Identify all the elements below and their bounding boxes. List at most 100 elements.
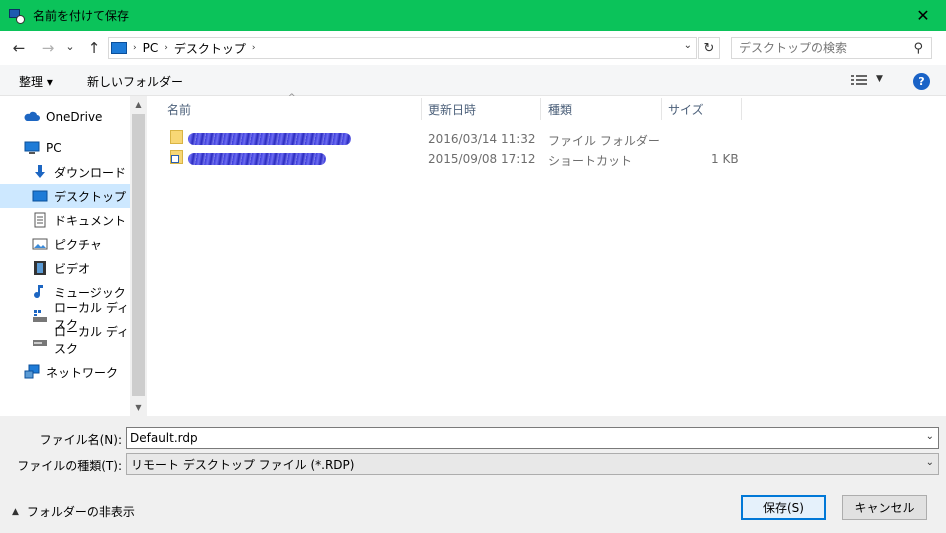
search-box[interactable]: ⚲ bbox=[731, 37, 932, 59]
breadcrumb-separator: › bbox=[164, 43, 168, 53]
file-size: 1 KB bbox=[711, 152, 739, 166]
hide-folders-toggle[interactable]: ▲ フォルダーの非表示 bbox=[12, 503, 135, 520]
nav-item-pc[interactable]: PC bbox=[0, 136, 130, 160]
table-row[interactable]: 2015/09/08 17:12 ショートカット 1 KB bbox=[147, 149, 747, 169]
nav-item-label: ドキュメント bbox=[54, 213, 127, 228]
column-resize-handle[interactable] bbox=[540, 98, 541, 120]
file-date: 2016/03/14 11:32 bbox=[428, 132, 536, 146]
remote-desktop-icon bbox=[9, 8, 25, 24]
recent-locations-button[interactable]: ⌄ bbox=[62, 35, 78, 57]
cancel-button[interactable]: キャンセル bbox=[842, 495, 927, 520]
nav-item-videos[interactable]: ビデオ bbox=[0, 256, 130, 280]
back-button[interactable]: ← bbox=[8, 37, 30, 59]
help-button[interactable]: ? bbox=[913, 73, 930, 90]
window-title: 名前を付けて保存 bbox=[33, 9, 130, 23]
column-header-date[interactable]: 更新日時 bbox=[428, 96, 538, 122]
navigation-bar: ← → ⌄ ↑ › PC › デスクトップ › ⌄ ↻ ⚲ bbox=[0, 31, 946, 65]
column-header-size[interactable]: サイズ bbox=[668, 96, 738, 122]
nav-item-onedrive[interactable]: OneDrive bbox=[0, 105, 130, 129]
computer-icon bbox=[24, 140, 40, 156]
scrollbar-thumb[interactable] bbox=[132, 114, 145, 396]
column-header-type[interactable]: 種類 bbox=[548, 96, 658, 122]
music-icon bbox=[32, 284, 48, 300]
nav-item-documents[interactable]: ドキュメント bbox=[0, 208, 130, 232]
cloud-icon bbox=[24, 109, 40, 125]
arrow-left-icon: ← bbox=[12, 39, 26, 57]
chevron-down-icon[interactable]: ⌄ bbox=[926, 431, 934, 442]
hide-folders-label: フォルダーの非表示 bbox=[26, 505, 135, 519]
file-date: 2015/09/08 17:12 bbox=[428, 152, 536, 166]
nav-item-label: ネットワーク bbox=[46, 365, 119, 380]
address-bar[interactable]: › PC › デスクトップ › ⌄ bbox=[108, 37, 697, 59]
forward-button[interactable]: → bbox=[37, 37, 59, 59]
chevron-down-icon[interactable]: ⌄ bbox=[684, 40, 692, 51]
column-resize-handle[interactable] bbox=[421, 98, 422, 120]
organize-button[interactable]: 整理 ▾ bbox=[19, 73, 53, 90]
navigation-pane: OneDrive PC ダウンロード デスクトップ ドキュメント ピクチャ ビデ… bbox=[0, 96, 147, 416]
column-resize-handle[interactable] bbox=[741, 98, 742, 120]
up-button[interactable]: ↑ bbox=[83, 37, 105, 59]
nav-item-label: デスクトップ bbox=[54, 189, 127, 204]
close-button[interactable]: ✕ bbox=[900, 0, 946, 31]
chevron-down-icon: ⌄ bbox=[925, 457, 934, 468]
refresh-icon: ↻ bbox=[703, 40, 715, 56]
nav-item-downloads[interactable]: ダウンロード bbox=[0, 160, 130, 184]
nav-item-label: OneDrive bbox=[46, 110, 103, 124]
filetype-label: ファイルの種類(T): bbox=[17, 459, 122, 473]
navigation-pane-scrollbar[interactable]: ▲ ▼ bbox=[130, 96, 147, 416]
table-row[interactable]: 2016/03/14 11:32 ファイル フォルダー bbox=[147, 129, 747, 149]
chevron-up-icon[interactable]: ▲ bbox=[130, 96, 147, 113]
nav-item-desktop[interactable]: デスクトップ bbox=[0, 184, 130, 208]
disk-icon bbox=[32, 308, 48, 324]
chevron-up-icon: ▲ bbox=[12, 506, 19, 517]
view-details-icon[interactable] bbox=[851, 74, 867, 86]
command-bar: 整理 ▾ 新しいフォルダー ▼ ? bbox=[0, 65, 946, 96]
filetype-select[interactable]: リモート デスクトップ ファイル (*.RDP) ⌄ bbox=[126, 453, 939, 475]
refresh-button[interactable]: ↻ bbox=[698, 37, 720, 59]
file-list: ^ 名前 更新日時 種類 サイズ 2016/03/14 11:32 ファイル フ… bbox=[147, 93, 946, 416]
breadcrumb-desktop[interactable]: デスクトップ bbox=[174, 40, 246, 57]
filename-value: Default.rdp bbox=[130, 431, 198, 445]
redacted-file-name bbox=[188, 153, 326, 165]
breadcrumb-separator: › bbox=[251, 43, 256, 53]
nav-item-local-disk-d[interactable]: ローカル ディスク bbox=[0, 325, 130, 356]
computer-icon bbox=[111, 42, 127, 54]
chevron-down-icon[interactable]: ▼ bbox=[876, 74, 883, 84]
pictures-icon bbox=[32, 236, 48, 252]
disk-icon bbox=[32, 332, 48, 348]
nav-item-label: ビデオ bbox=[54, 261, 91, 276]
close-icon: ✕ bbox=[916, 6, 930, 25]
document-icon bbox=[32, 212, 48, 228]
nav-item-label: ミュージック bbox=[54, 285, 126, 300]
file-type: ファイル フォルダー bbox=[548, 134, 660, 148]
search-icon[interactable]: ⚲ bbox=[913, 41, 923, 56]
chevron-down-icon: ⌄ bbox=[65, 39, 75, 53]
shortcut-icon bbox=[170, 150, 183, 164]
filetype-value: リモート デスクトップ ファイル (*.RDP) bbox=[131, 457, 355, 472]
nav-item-label: ダウンロード bbox=[54, 165, 127, 180]
nav-item-label: ローカル ディスク bbox=[54, 325, 129, 356]
breadcrumb-separator: › bbox=[133, 43, 137, 53]
save-options-panel: ファイル名(N): Default.rdp ⌄ ファイルの種類(T): リモート… bbox=[0, 416, 946, 533]
arrow-up-icon: ↑ bbox=[87, 39, 101, 57]
filename-field[interactable]: Default.rdp ⌄ bbox=[126, 427, 939, 449]
column-header-name[interactable]: 名前 bbox=[167, 96, 417, 122]
desktop-icon bbox=[32, 188, 48, 204]
new-folder-button[interactable]: 新しいフォルダー bbox=[87, 73, 183, 90]
chevron-down-icon[interactable]: ▼ bbox=[130, 399, 147, 416]
nav-item-pictures[interactable]: ピクチャ bbox=[0, 232, 130, 256]
column-resize-handle[interactable] bbox=[661, 98, 662, 120]
nav-item-label: ピクチャ bbox=[54, 237, 102, 252]
folder-icon bbox=[170, 130, 183, 144]
download-icon bbox=[32, 164, 48, 180]
search-input[interactable] bbox=[739, 41, 909, 55]
video-icon bbox=[32, 260, 48, 276]
network-icon bbox=[24, 364, 40, 380]
arrow-right-icon: → bbox=[41, 39, 55, 57]
title-bar: 名前を付けて保存 ✕ bbox=[0, 0, 946, 31]
redacted-file-name bbox=[188, 133, 351, 145]
breadcrumb-pc[interactable]: PC bbox=[143, 41, 159, 55]
save-button[interactable]: 保存(S) bbox=[741, 495, 826, 520]
filename-label: ファイル名(N): bbox=[39, 433, 122, 447]
nav-item-network[interactable]: ネットワーク bbox=[0, 360, 130, 384]
